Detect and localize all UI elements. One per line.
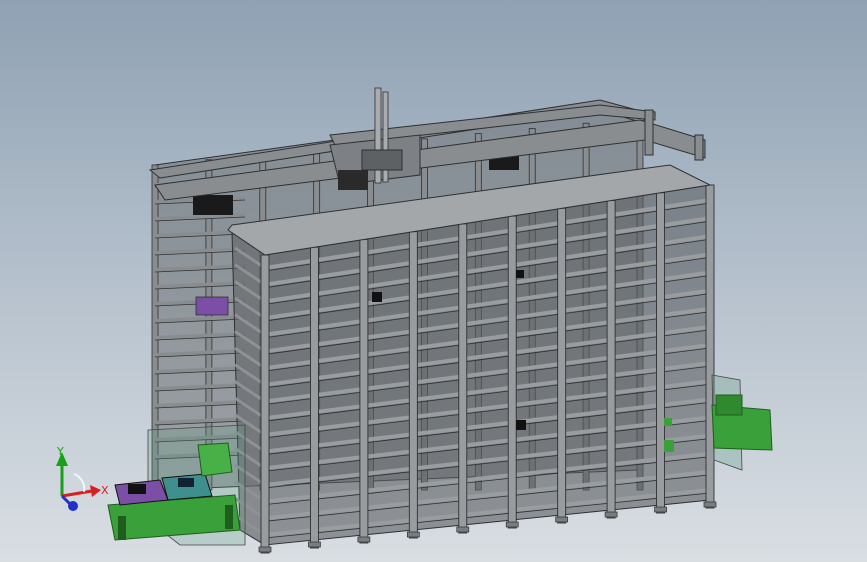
- missing-bin: [516, 270, 524, 278]
- front-upright: [507, 215, 517, 529]
- graphics-viewport[interactable]: Y X: [0, 0, 867, 562]
- upright-foot: [357, 536, 371, 543]
- front-upright: [359, 238, 369, 544]
- front-upright: [656, 192, 666, 514]
- green-marker: [664, 418, 672, 426]
- view-orientation-triad[interactable]: Y X: [56, 445, 109, 511]
- upright-foot: [505, 521, 519, 528]
- gantry-end-post: [694, 134, 704, 161]
- tote-opening: [178, 478, 194, 487]
- front-upright: [705, 184, 715, 509]
- gripper-head: [361, 149, 403, 171]
- upright-foot: [703, 501, 717, 508]
- triad-x-axis: [61, 489, 93, 498]
- right-station-lift: [715, 394, 743, 416]
- purple-tote-upper: [195, 296, 229, 316]
- gantry-end-post: [644, 109, 654, 156]
- gripper-shadow: [338, 170, 368, 190]
- upright-foot: [555, 516, 569, 523]
- front-upright: [606, 200, 616, 519]
- triad-arc: [73, 473, 86, 493]
- triad-x-label: X: [101, 484, 109, 497]
- triad-z-arrowhead: [68, 501, 78, 511]
- tote-opening: [128, 484, 146, 494]
- conveyor-leg: [118, 516, 126, 540]
- triad-y-label: Y: [56, 445, 64, 458]
- upright-foot: [308, 541, 321, 548]
- triad-x-arrowhead: [90, 485, 101, 497]
- green-marker: [664, 440, 674, 452]
- front-upright: [260, 254, 270, 554]
- upright-foot: [654, 506, 667, 513]
- dark-panel-upper-left: [193, 195, 233, 215]
- front-upright: [309, 246, 319, 549]
- upright-foot: [406, 531, 420, 538]
- front-upright: [408, 231, 418, 539]
- upright-foot: [604, 511, 618, 518]
- front-upright: [557, 207, 567, 524]
- conveyor-leg: [225, 505, 233, 529]
- upright-foot: [258, 546, 272, 553]
- front-upright: [458, 223, 468, 534]
- missing-bin: [372, 292, 382, 302]
- missing-bin: [516, 420, 526, 430]
- cad-model-scene[interactable]: Y X: [0, 0, 867, 562]
- left-station-lift: [197, 442, 233, 477]
- front-rack-block: [227, 164, 717, 554]
- upright-foot: [456, 526, 470, 533]
